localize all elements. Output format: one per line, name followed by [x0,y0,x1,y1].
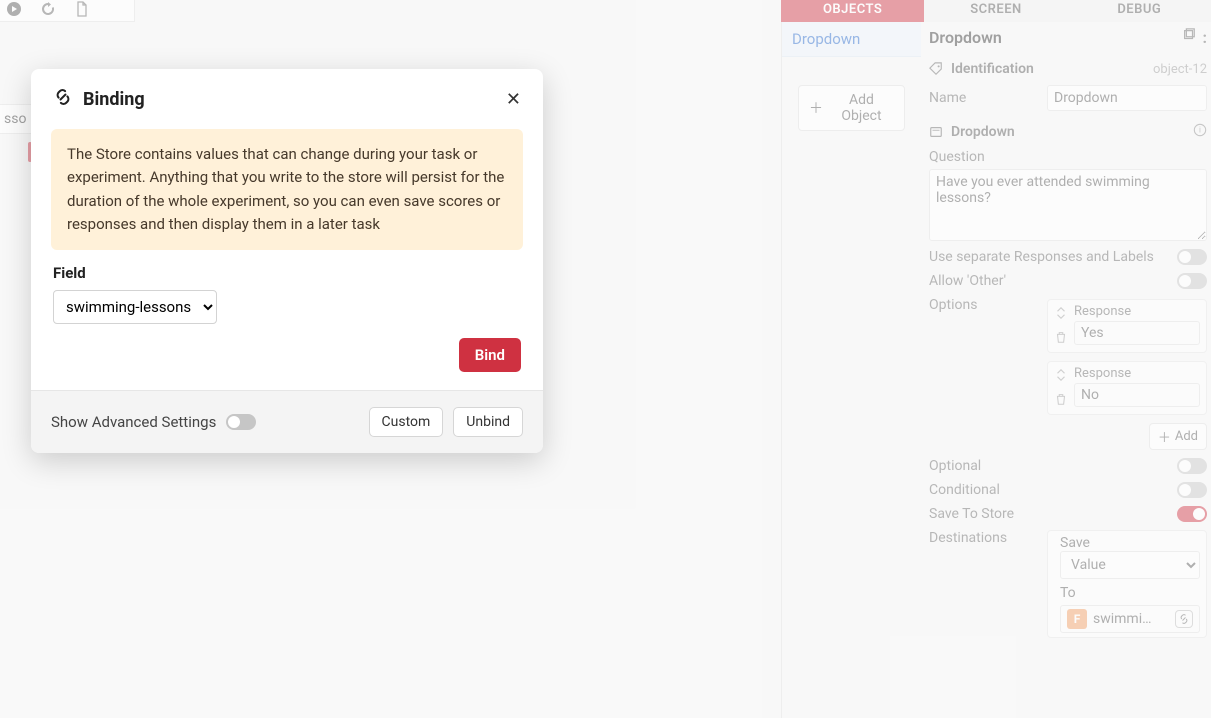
binding-modal: Binding ✕ The Store contains values that… [31,69,543,453]
bind-button[interactable]: Bind [459,338,521,372]
modal-info: The Store contains values that can chang… [51,129,523,250]
advanced-toggle[interactable] [226,414,256,430]
unbind-button[interactable]: Unbind [453,407,523,437]
field-label: Field [31,264,543,282]
custom-button[interactable]: Custom [369,407,444,437]
link-icon [53,87,73,111]
close-icon[interactable]: ✕ [506,89,521,110]
modal-title: Binding [83,89,145,110]
field-select[interactable]: swimming-lessons [53,290,217,324]
advanced-settings-label: Show Advanced Settings [51,413,256,431]
